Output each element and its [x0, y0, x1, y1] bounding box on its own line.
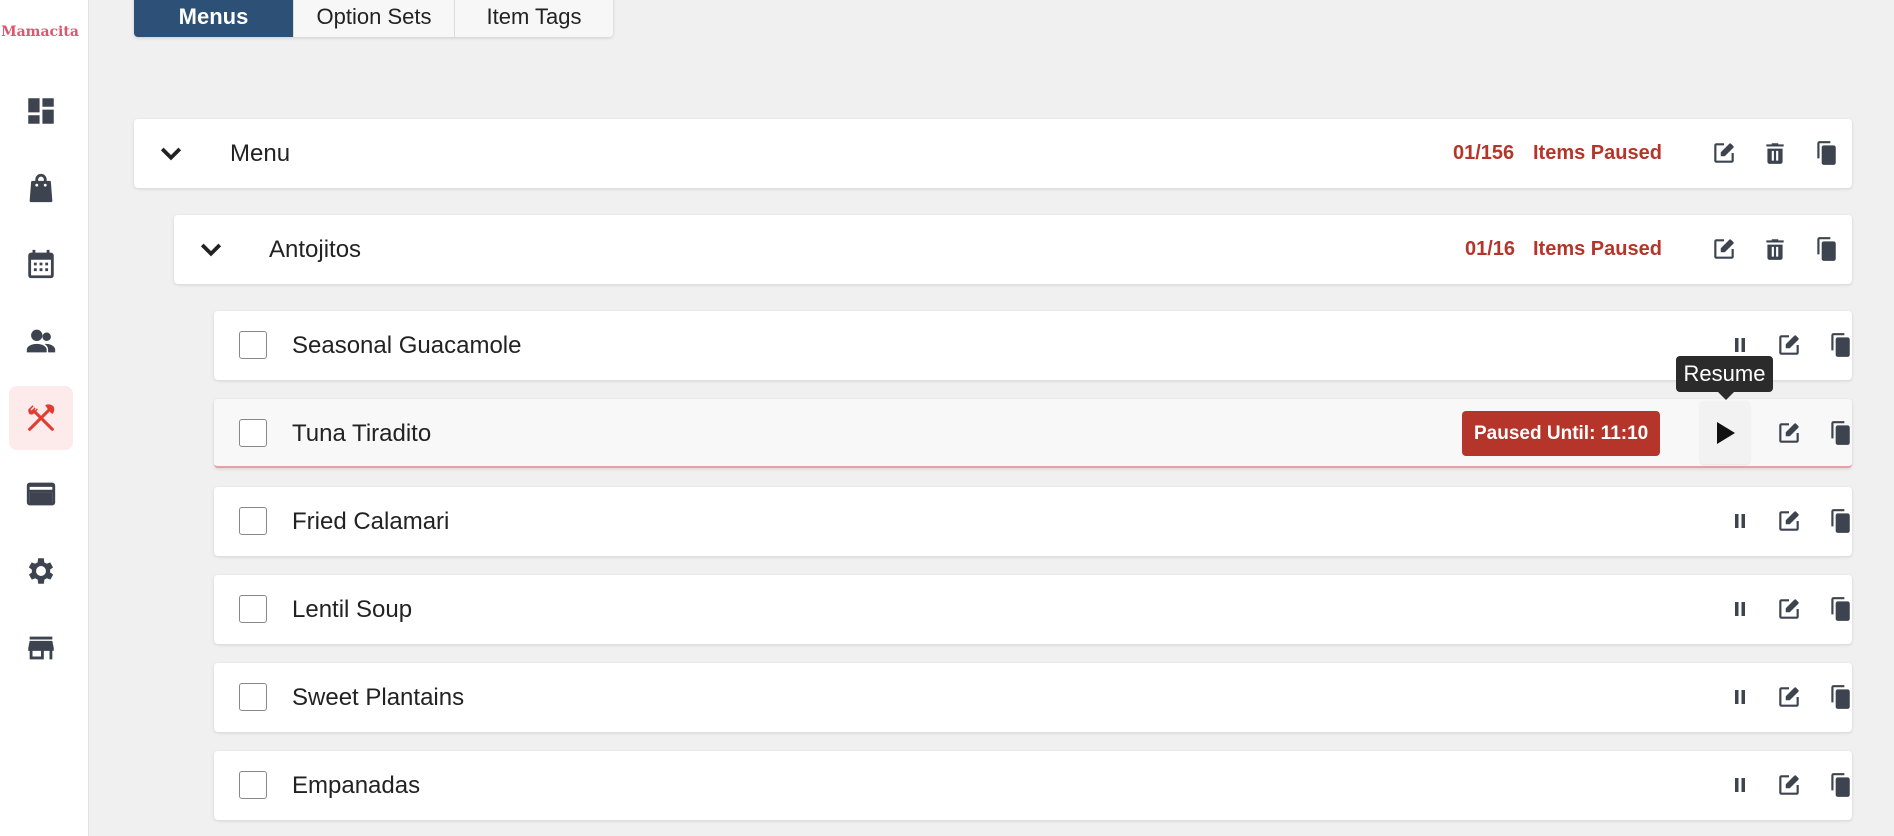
- pause-icon: [1735, 602, 1745, 616]
- copy-item-button[interactable]: [1823, 328, 1857, 362]
- copy-icon: [1831, 333, 1850, 357]
- copy-icon: [1831, 509, 1850, 533]
- item-checkbox[interactable]: [239, 331, 267, 359]
- paused-until-badge: Paused Until: 11:10: [1462, 411, 1661, 456]
- copy-icon: [1831, 421, 1850, 445]
- edit-icon: [1779, 599, 1799, 619]
- edit-icon: [1714, 143, 1734, 163]
- calendar-icon: [28, 249, 54, 279]
- delete-category-button[interactable]: [1758, 232, 1792, 266]
- trash-icon: [1766, 143, 1784, 164]
- edit-item-button[interactable]: [1772, 504, 1806, 538]
- edit-item-button[interactable]: [1772, 416, 1806, 450]
- edit-menu-button[interactable]: [1707, 136, 1741, 170]
- copy-category-button[interactable]: [1809, 232, 1843, 266]
- resume-tooltip: Resume: [1676, 356, 1773, 400]
- chevron-down-icon[interactable]: [156, 139, 186, 169]
- dashboard-icon: [28, 98, 54, 124]
- pause-icon: [1735, 690, 1745, 704]
- item-checkbox[interactable]: [239, 507, 267, 535]
- copy-icon: [1817, 141, 1836, 165]
- tab-menus[interactable]: Menus: [134, 0, 294, 37]
- tab-bar: Menus Option Sets Item Tags: [134, 0, 613, 37]
- menu-title: Menu: [230, 139, 291, 167]
- tab-item-tags[interactable]: Item Tags: [455, 0, 613, 37]
- nav-payments[interactable]: [9, 462, 73, 526]
- copy-item-button[interactable]: [1823, 768, 1857, 802]
- credit-card-icon: [26, 482, 56, 506]
- item-name: Fried Calamari: [292, 507, 450, 535]
- category-paused-label: Items Paused: [1533, 238, 1662, 260]
- nav-settings[interactable]: [9, 539, 73, 603]
- edit-item-button[interactable]: [1772, 592, 1806, 626]
- utensils-icon: [28, 404, 55, 431]
- edit-item-button[interactable]: [1772, 328, 1806, 362]
- item-name: Lentil Soup: [292, 595, 413, 623]
- pause-item-button[interactable]: [1723, 768, 1757, 802]
- category-row: Antojitos 01/16 Items Paused: [174, 215, 1852, 284]
- pause-icon: [1735, 778, 1745, 792]
- nav-store[interactable]: [9, 616, 73, 680]
- copy-icon: [1831, 773, 1850, 797]
- sidebar: Mamacita: [0, 0, 89, 836]
- pause-item-button[interactable]: [1723, 592, 1757, 626]
- item-row: Seasonal Guacamole: [214, 311, 1852, 380]
- nav-dashboard[interactable]: [9, 79, 73, 143]
- tab-option-sets[interactable]: Option Sets: [294, 0, 455, 37]
- pause-item-button[interactable]: [1723, 504, 1757, 538]
- edit-category-button[interactable]: [1707, 232, 1741, 266]
- item-row: Sweet Plantains: [214, 663, 1852, 732]
- menu-row: Menu 01/156 Items Paused: [134, 119, 1852, 188]
- nav-menus[interactable]: [9, 386, 73, 450]
- edit-icon: [1779, 775, 1799, 795]
- storefront-icon: [28, 636, 54, 660]
- nav-customers[interactable]: [9, 309, 73, 373]
- item-name: Sweet Plantains: [292, 683, 465, 711]
- edit-icon: [1779, 423, 1799, 443]
- nav-calendar[interactable]: [9, 232, 73, 296]
- chevron-down-icon[interactable]: [196, 235, 226, 265]
- gear-icon: [28, 558, 54, 584]
- item-checkbox[interactable]: [239, 683, 267, 711]
- item-name: Empanadas: [292, 771, 421, 799]
- edit-icon: [1779, 335, 1799, 355]
- category-title: Antojitos: [269, 235, 362, 263]
- delete-menu-button[interactable]: [1758, 136, 1792, 170]
- item-name: Seasonal Guacamole: [292, 331, 522, 359]
- copy-menu-button[interactable]: [1809, 136, 1843, 170]
- item-checkbox[interactable]: [239, 595, 267, 623]
- edit-item-button[interactable]: [1772, 680, 1806, 714]
- nav-orders[interactable]: [9, 156, 73, 220]
- people-icon: [26, 329, 56, 353]
- item-name: Tuna Tiradito: [292, 419, 432, 447]
- item-checkbox[interactable]: [239, 419, 267, 447]
- menu-paused-label: Items Paused: [1533, 142, 1662, 164]
- pause-icon: [1735, 338, 1745, 352]
- play-icon: [1717, 421, 1735, 444]
- copy-item-button[interactable]: [1823, 592, 1857, 626]
- copy-icon: [1831, 685, 1850, 709]
- resume-item-button[interactable]: [1700, 401, 1750, 464]
- item-row: Fried Calamari: [214, 487, 1852, 556]
- copy-icon: [1817, 237, 1836, 261]
- copy-icon: [1831, 597, 1850, 621]
- item-row: Lentil Soup: [214, 575, 1852, 644]
- copy-item-button[interactable]: [1823, 680, 1857, 714]
- pause-item-button[interactable]: [1723, 680, 1757, 714]
- item-row-paused: Tuna Tiradito Paused Until: 11:10: [214, 399, 1852, 468]
- copy-item-button[interactable]: [1823, 504, 1857, 538]
- edit-icon: [1714, 239, 1734, 259]
- edit-icon: [1779, 687, 1799, 707]
- edit-icon: [1779, 511, 1799, 531]
- category-paused-count: 01/16: [1465, 238, 1516, 260]
- pause-icon: [1735, 514, 1745, 528]
- menu-paused-count: 01/156: [1453, 142, 1515, 164]
- item-row: Empanadas: [214, 751, 1852, 820]
- edit-item-button[interactable]: [1772, 768, 1806, 802]
- trash-icon: [1766, 239, 1784, 260]
- brand-logo[interactable]: Mamacita: [0, 24, 80, 40]
- item-checkbox[interactable]: [239, 771, 267, 799]
- shopping-bag-icon: [29, 173, 53, 203]
- copy-item-button[interactable]: [1823, 416, 1857, 450]
